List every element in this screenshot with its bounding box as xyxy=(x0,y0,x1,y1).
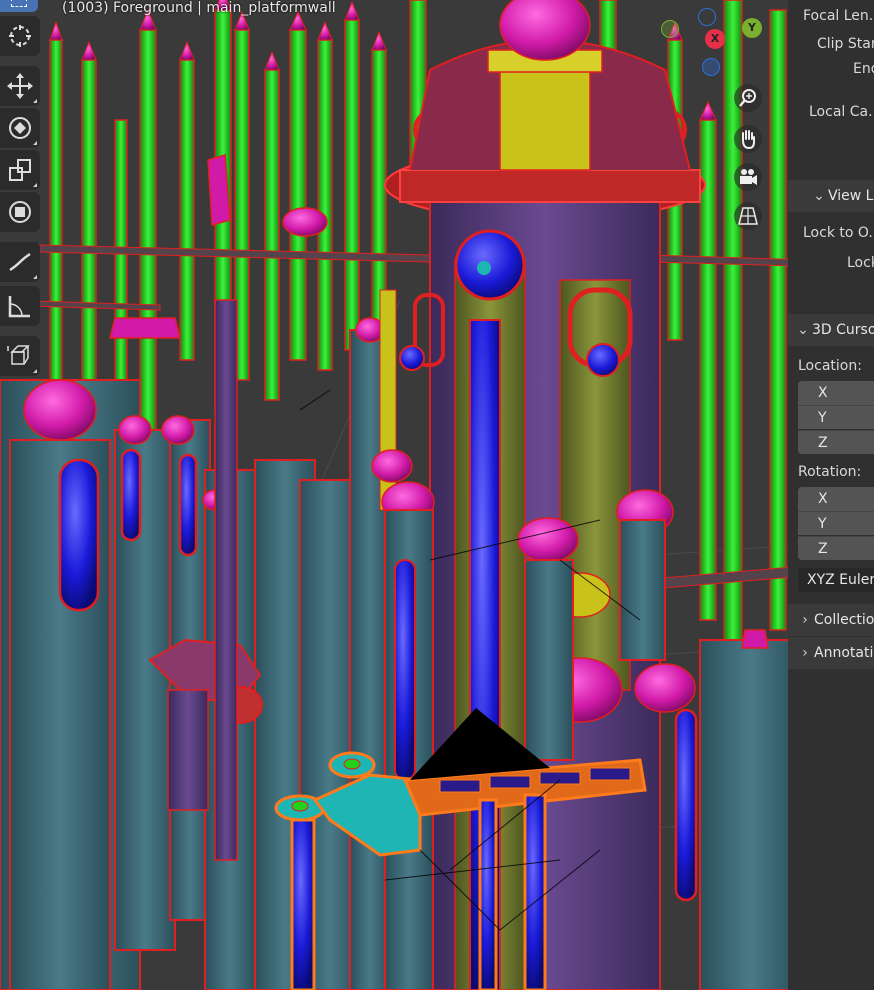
gizmo-neg-y-axis[interactable] xyxy=(661,20,679,38)
rotation-x-field[interactable]: X xyxy=(798,487,874,511)
3d-cursor-section-title: 3D Curso xyxy=(812,322,874,338)
rotation-y-field[interactable]: Y xyxy=(798,511,874,535)
gizmo-x-axis[interactable]: X xyxy=(705,29,725,49)
location-y-field[interactable]: Y xyxy=(798,405,874,429)
lock-to-object-label: Lock to O... xyxy=(803,225,874,241)
move-tool-button[interactable] xyxy=(0,66,40,106)
cursor-tool-icon xyxy=(9,25,31,47)
rotation-z-field[interactable]: Z xyxy=(798,536,874,560)
rotate-tool-button[interactable] xyxy=(0,108,40,148)
zoom-button[interactable] xyxy=(734,84,762,112)
rotation-label: Rotation: xyxy=(798,464,862,480)
camera-icon xyxy=(740,169,757,185)
measure-tool-icon xyxy=(8,296,30,318)
rotation-mode-dropdown[interactable]: XYZ Euler xyxy=(798,568,874,592)
camera-view-button[interactable] xyxy=(734,163,762,191)
chevron-right-icon: › xyxy=(802,645,808,661)
transform-tool-button[interactable] xyxy=(0,192,40,232)
scale-tool-icon xyxy=(9,159,31,181)
clip-end-label: End xyxy=(853,61,874,77)
perspective-toggle-button[interactable] xyxy=(734,202,762,230)
collections-section-title: Collection xyxy=(814,612,874,628)
scale-tool-button[interactable] xyxy=(0,150,40,190)
gizmo-z-axis[interactable] xyxy=(702,58,720,76)
select-box-icon xyxy=(11,0,27,7)
collections-section-header[interactable]: › Collection xyxy=(788,604,874,636)
clip-start-label: Clip Star xyxy=(817,36,874,52)
view-lock-section-header[interactable]: ⌄ View L xyxy=(788,180,874,212)
gizmo-neg-z-axis[interactable] xyxy=(698,8,716,26)
transform-tool-icon xyxy=(9,201,31,223)
add-cube-tool-icon xyxy=(7,345,30,365)
rotate-tool-icon xyxy=(9,117,31,139)
local-camera-label: Local Ca... xyxy=(809,104,874,120)
zoom-icon xyxy=(739,89,756,107)
cursor-tool-button[interactable] xyxy=(0,16,40,56)
view-lock-section-title: View L xyxy=(828,188,874,204)
gizmo-y-axis[interactable]: Y xyxy=(742,18,762,38)
pan-button[interactable] xyxy=(734,125,762,153)
sidebar-n-panel: Focal Len... Clip Star End Local Ca... ⌄… xyxy=(788,0,874,990)
select-tool-button[interactable] xyxy=(0,0,38,12)
location-label: Location: xyxy=(798,358,862,374)
annotate-tool-icon xyxy=(9,252,31,272)
location-x-field[interactable]: X xyxy=(798,381,874,405)
hand-pan-icon xyxy=(742,130,755,150)
location-z-field[interactable]: Z xyxy=(798,430,874,454)
perspective-grid-icon xyxy=(738,207,758,225)
chevron-right-icon: › xyxy=(802,612,808,628)
add-cube-tool-button[interactable] xyxy=(0,336,40,376)
chevron-down-icon: ⌄ xyxy=(813,188,825,204)
lock-label: Lock xyxy=(847,255,874,271)
measure-tool-button[interactable] xyxy=(0,286,40,326)
navigation-gizmo[interactable]: X Y xyxy=(660,0,770,90)
3d-cursor-section-header[interactable]: ⌄ 3D Curso xyxy=(788,314,874,346)
annotate-tool-button[interactable] xyxy=(0,242,40,282)
viewport-header-text: (1003) Foreground | main_platformwall xyxy=(62,0,336,16)
move-tool-icon xyxy=(7,73,33,99)
chevron-down-icon: ⌄ xyxy=(797,322,809,338)
annotations-section-header[interactable]: › Annotatio xyxy=(788,637,874,669)
focal-length-label: Focal Len... xyxy=(803,8,874,24)
annotations-section-title: Annotatio xyxy=(814,645,874,661)
